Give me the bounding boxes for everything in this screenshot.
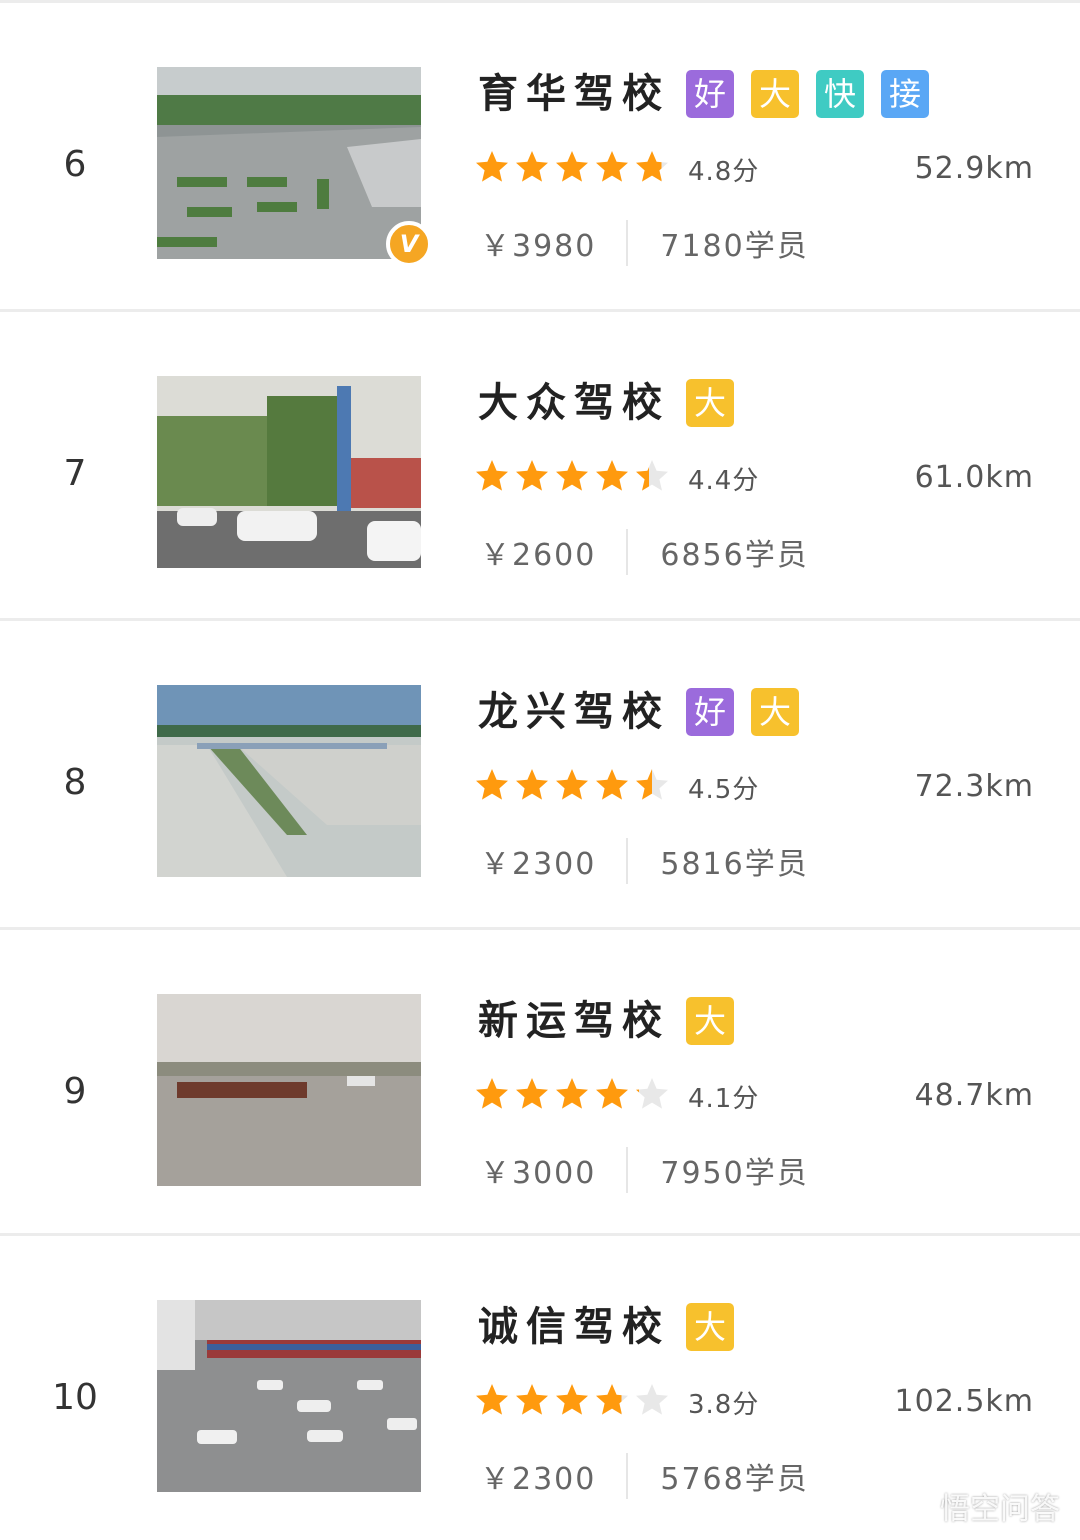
watermark: 悟空问答 — [888, 1484, 1060, 1528]
school-name[interactable]: 大众驾校 — [478, 376, 670, 430]
rating-score: 4.5分 — [688, 774, 760, 805]
star-icon — [514, 149, 554, 189]
distance: 61.0km — [914, 460, 1034, 495]
name-line: 诚信驾校大 — [478, 1300, 751, 1354]
school-photo[interactable] — [157, 67, 421, 259]
watermark-text: 悟空问答 — [940, 1492, 1060, 1527]
student-count: 5816学员 — [660, 847, 809, 882]
star-icon — [594, 767, 634, 807]
rank-number: 10 — [52, 1377, 98, 1418]
price: ￥3000 — [480, 1156, 597, 1191]
rating-score: 4.1分 — [688, 1083, 760, 1114]
star-icon — [594, 149, 634, 189]
school-row[interactable]: 9 新运驾校大 4.1分 48.7km ￥3000 7950学员 — [0, 927, 1080, 1233]
star-icon — [514, 767, 554, 807]
star-icon — [474, 149, 514, 189]
rating-score: 4.8分 — [688, 156, 760, 187]
star-icon — [554, 458, 594, 498]
rank-number: 8 — [63, 762, 87, 803]
school-name[interactable]: 育华驾校 — [478, 67, 670, 121]
school-name[interactable]: 诚信驾校 — [478, 1300, 670, 1354]
distance: 72.3km — [914, 769, 1034, 804]
name-line: 大众驾校大 — [478, 376, 751, 430]
star-icon — [594, 1076, 634, 1116]
tag-kuai: 快 — [816, 70, 864, 118]
school-photo[interactable] — [157, 376, 421, 568]
tag-da: 大 — [751, 688, 799, 736]
divider — [626, 220, 629, 266]
school-photo[interactable] — [157, 685, 421, 877]
meta-line: ￥2300 5816学员 — [480, 835, 809, 887]
divider — [626, 529, 629, 575]
rank-number: 7 — [63, 453, 87, 494]
meta-line: ￥2300 5768学员 — [480, 1450, 809, 1502]
price: ￥2300 — [480, 1462, 597, 1497]
school-photo[interactable] — [157, 1300, 421, 1492]
meta-line: ￥3000 7950学员 — [480, 1144, 809, 1196]
star-icon — [474, 458, 514, 498]
rating-score: 4.4分 — [688, 465, 760, 496]
rank-number: 6 — [63, 144, 87, 185]
star-icon — [474, 1382, 514, 1422]
rating-stars: 4.8分 — [474, 149, 759, 189]
star-icon — [554, 1382, 594, 1422]
star-icon — [474, 1076, 514, 1116]
school-row[interactable]: 6 V 育华驾校好大快接 4.8分 52.9km ￥3980 7180学员 — [0, 0, 1080, 306]
rating-stars: 4.4分 — [474, 458, 759, 498]
star-icon — [514, 1382, 554, 1422]
star-icon — [554, 767, 594, 807]
tag-hao: 好 — [686, 688, 734, 736]
tag-da: 大 — [686, 1303, 734, 1351]
distance: 102.5km — [894, 1384, 1034, 1419]
tag-da: 大 — [686, 997, 734, 1045]
student-count: 7180学员 — [660, 229, 809, 264]
school-row[interactable]: 7 大众驾校大 4.4分 61.0km ￥2600 6856学员 — [0, 309, 1080, 615]
meta-line: ￥2600 6856学员 — [480, 526, 809, 578]
star-icon — [514, 458, 554, 498]
star-icon — [554, 149, 594, 189]
star-icon — [514, 1076, 554, 1116]
price: ￥2300 — [480, 847, 597, 882]
rating-stars: 4.5分 — [474, 767, 759, 807]
rating-stars: 4.1分 — [474, 1076, 759, 1116]
divider — [626, 1453, 629, 1499]
star-icon — [554, 1076, 594, 1116]
meta-line: ￥3980 7180学员 — [480, 217, 809, 269]
star-icon — [634, 149, 674, 189]
name-line: 龙兴驾校好大 — [478, 685, 816, 739]
divider — [626, 838, 629, 884]
star-icon — [594, 458, 634, 498]
tag-hao: 好 — [686, 70, 734, 118]
star-icon — [634, 767, 674, 807]
star-icon — [634, 1382, 674, 1422]
verified-badge-icon: V — [386, 221, 432, 267]
name-line: 新运驾校大 — [478, 994, 751, 1048]
divider — [626, 1147, 629, 1193]
tag-jie: 接 — [881, 70, 929, 118]
distance: 52.9km — [914, 151, 1034, 186]
star-icon — [634, 458, 674, 498]
star-icon — [634, 1076, 674, 1116]
price: ￥3980 — [480, 229, 597, 264]
distance: 48.7km — [914, 1078, 1034, 1113]
student-count: 6856学员 — [660, 538, 809, 573]
tag-da: 大 — [751, 70, 799, 118]
rating-stars: 3.8分 — [474, 1382, 759, 1422]
school-photo[interactable] — [157, 994, 421, 1186]
wukong-logo-icon — [889, 1494, 931, 1518]
star-icon — [594, 1382, 634, 1422]
school-name[interactable]: 龙兴驾校 — [478, 685, 670, 739]
tag-da: 大 — [686, 379, 734, 427]
student-count: 7950学员 — [660, 1156, 809, 1191]
rank-number: 9 — [63, 1071, 87, 1112]
student-count: 5768学员 — [660, 1462, 809, 1497]
price: ￥2600 — [480, 538, 597, 573]
star-icon — [474, 767, 514, 807]
school-name[interactable]: 新运驾校 — [478, 994, 670, 1048]
rating-score: 3.8分 — [688, 1389, 760, 1420]
school-row[interactable]: 8 龙兴驾校好大 4.5分 72.3km ￥2300 5816学员 — [0, 618, 1080, 924]
name-line: 育华驾校好大快接 — [478, 67, 946, 121]
